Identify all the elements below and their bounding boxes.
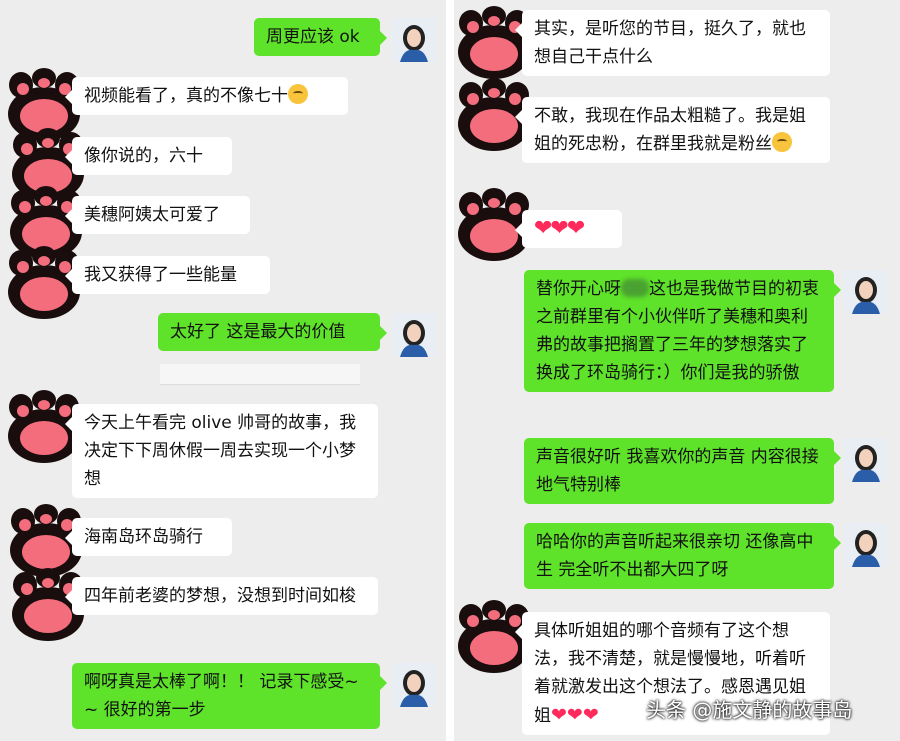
message-bubble-incoming: 不敢，我现在作品太粗糙了。我是姐姐的死忠粉，在群里我就是粉丝 <box>515 97 830 163</box>
message-bubble-outgoing: 太好了 这是最大的价值 <box>158 313 387 351</box>
watermark: 头条 @施文静的故事岛 <box>646 698 853 722</box>
left-chat-panel: 周更应该 ok 视频能看了，真的不像七十 像你说的，六十 美穗阿姨太可爱了 我又… <box>0 0 446 741</box>
user-avatar[interactable] <box>844 438 888 482</box>
user-avatar[interactable] <box>844 523 888 567</box>
message-bubble-incoming: ❤❤❤ <box>515 210 622 248</box>
laughing-crying-face-icon <box>772 132 792 152</box>
right-chat-panel: 其实，是听您的节目，挺久了，就也想自己干点什么 不敢，我现在作品太粗糙了。我是姐… <box>454 0 900 741</box>
message-bubble-incoming: 今天上午看完 olive 帅哥的故事，我决定下下周休假一周去实现一个小梦想 <box>65 404 378 498</box>
message-bubble-incoming: 美穗阿姨太可爱了 <box>65 196 250 234</box>
hearts-emoji: ❤❤❤ <box>551 704 599 726</box>
divider <box>160 364 360 385</box>
message-bubble-incoming: 视频能看了，真的不像七十 <box>65 77 348 115</box>
message-bubble-incoming: 海南岛环岛骑行 <box>65 518 232 556</box>
message-bubble-outgoing: 声音很好听 我喜欢你的声音 内容很接地气特别棒 <box>524 438 841 504</box>
user-avatar[interactable] <box>392 663 436 707</box>
message-bubble-outgoing: 周更应该 ok <box>254 18 387 56</box>
message-bubble-outgoing: 啊呀真是太棒了啊！！ 记录下感受~~ 很好的第一步 <box>72 663 387 729</box>
message-bubble-incoming: 其实，是听您的节目，挺久了，就也想自己干点什么 <box>515 10 830 76</box>
message-bubble-outgoing: 替你开心呀 这也是我做节目的初衷 之前群里有个小伙伴听了美穗和奥利弗的故事把搁置了… <box>524 270 841 392</box>
user-avatar[interactable] <box>392 18 436 62</box>
message-text: 不敢，我现在作品太粗糙了。我是姐姐的死忠粉，在群里我就是粉丝 <box>534 106 806 154</box>
message-text-start: 替你开心呀 <box>536 279 621 299</box>
thinking-face-icon <box>288 84 308 104</box>
message-bubble-incoming: 四年前老婆的梦想，没想到时间如梭 <box>65 577 378 615</box>
message-bubble-incoming: 我又获得了一些能量 <box>65 256 270 294</box>
message-bubble-incoming: 像你说的，六十 <box>65 137 232 175</box>
message-bubble-outgoing: 哈哈你的声音听起来很亲切 还像高中生 完全听不出都大四了呀 <box>524 523 841 589</box>
blurred-name <box>621 279 649 297</box>
user-avatar[interactable] <box>844 270 888 314</box>
user-avatar[interactable] <box>392 313 436 357</box>
message-text: 视频能看了，真的不像七十 <box>84 86 288 106</box>
